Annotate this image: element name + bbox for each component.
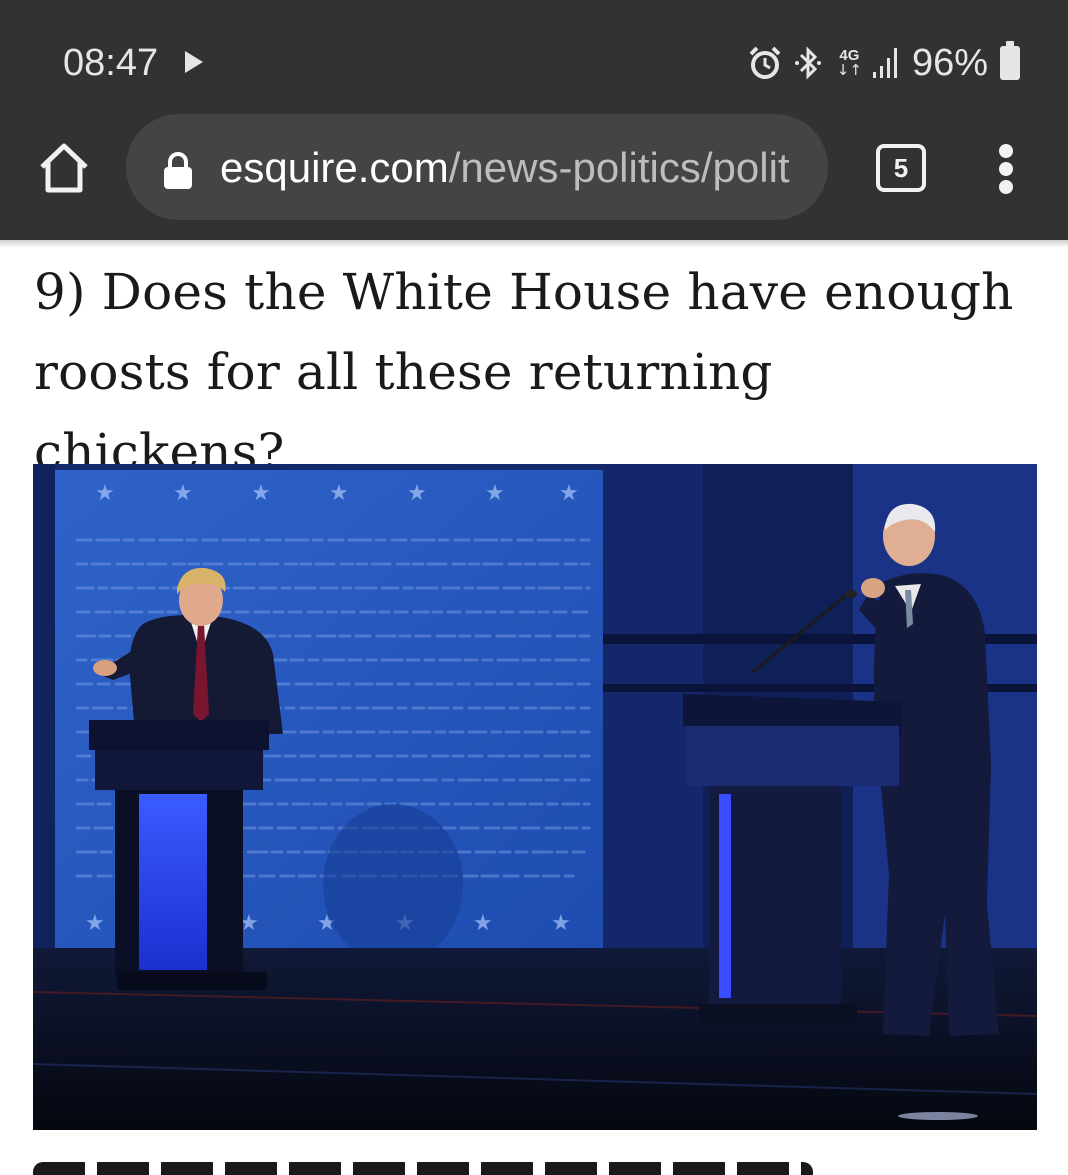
- bluetooth-icon: [794, 46, 821, 80]
- home-icon[interactable]: [36, 140, 92, 196]
- svg-text:★: ★: [85, 911, 105, 936]
- lock-icon: [164, 152, 192, 189]
- svg-text:★: ★: [251, 481, 271, 506]
- tabs-icon[interactable]: 5: [876, 144, 926, 192]
- more-vert-icon[interactable]: [990, 144, 1022, 194]
- battery-icon: [1000, 41, 1020, 80]
- toolbar-shadow: [0, 240, 1068, 248]
- url-text[interactable]: esquire.com/news-politics/polit: [220, 142, 820, 194]
- svg-text:★: ★: [95, 481, 115, 506]
- debate-photo[interactable]: ★ ★ ★ ★ ★ ★ ★ ★ ★ ★ ★ ★ ★: [33, 464, 1037, 1130]
- network-4g-icon: 4G ↓↑: [836, 47, 862, 79]
- svg-text:★: ★: [329, 481, 349, 506]
- status-time: 08:47: [63, 42, 159, 84]
- battery-percentage: 96%: [911, 42, 988, 84]
- status-bar: 08:47 4G ↓↑ 96%: [0, 0, 1068, 110]
- svg-text:★: ★: [485, 481, 505, 506]
- browser-toolbar: esquire.com/news-politics/polit 5: [0, 110, 1068, 240]
- play-icon: [185, 51, 203, 73]
- status-icons: 4G ↓↑ 96%: [747, 40, 1020, 86]
- svg-text:★: ★: [559, 481, 579, 506]
- svg-text:★: ★: [173, 481, 193, 506]
- url-host: esquire.com: [220, 144, 449, 191]
- article-headline: 9) Does the White House have enough roos…: [34, 263, 1014, 481]
- svg-text:★: ★: [551, 911, 571, 936]
- address-bar[interactable]: esquire.com/news-politics/polit: [126, 114, 828, 220]
- next-heading-peek: [33, 1162, 813, 1175]
- alarm-icon: [749, 46, 781, 79]
- signal-icon: [872, 48, 897, 78]
- svg-text:★: ★: [407, 481, 427, 506]
- debate-photo-illustration: ★ ★ ★ ★ ★ ★ ★ ★ ★ ★ ★ ★ ★: [33, 464, 1037, 1130]
- url-path: /news-politics/polit: [448, 144, 790, 191]
- svg-text:★: ★: [473, 911, 493, 936]
